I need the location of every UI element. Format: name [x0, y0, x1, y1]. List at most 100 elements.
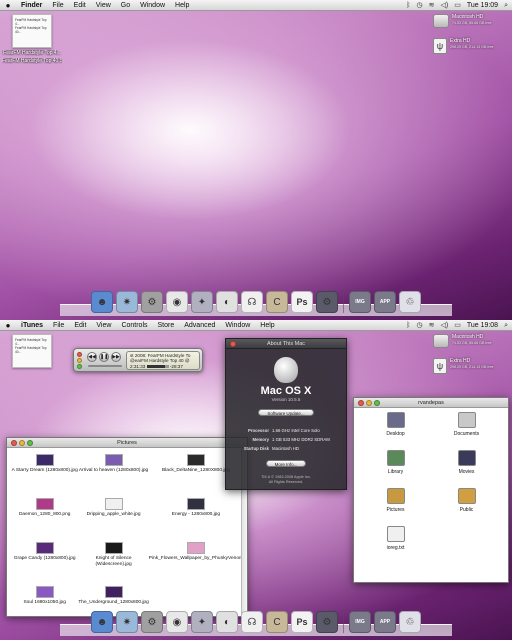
zoom-button[interactable] [27, 440, 33, 446]
menu-window[interactable]: Window [220, 320, 255, 331]
system-preferences-icon[interactable]: ⚙ [141, 611, 163, 633]
safari-icon[interactable]: ✷ [116, 611, 138, 633]
picture-file-item[interactable]: Grape Candy (1280x800).jpg [11, 542, 78, 582]
menu-controls[interactable]: Controls [116, 320, 152, 331]
menu-window[interactable]: Window [135, 0, 170, 11]
close-button[interactable] [358, 400, 364, 406]
compass-icon[interactable]: ✦ [191, 291, 213, 313]
wifi-icon[interactable]: ≋ [429, 320, 435, 331]
menu-app-itunes[interactable]: iTunes [16, 320, 48, 331]
volume-slider[interactable] [88, 365, 122, 367]
software-update-button[interactable]: Software Update... [258, 409, 314, 416]
robot-icon[interactable]: ◉ [166, 611, 188, 633]
close-button[interactable] [11, 440, 17, 446]
camera-icon[interactable]: ◐ [216, 291, 238, 313]
picture-file-item[interactable]: Arrival to heaven (1280x800).jpg [78, 454, 148, 494]
menu-help[interactable]: Help [170, 0, 194, 11]
apple-menu-icon[interactable]: ● [0, 320, 16, 331]
menu-clock[interactable]: Tue 19:09 [467, 0, 498, 11]
compass-icon[interactable]: ✦ [191, 611, 213, 633]
macintosh-hd-icon[interactable]: Macintosh HD 74.53 GB, 65.68 GB free [433, 14, 492, 28]
picture-file-item[interactable]: A Starry Dream (1280x800).jpg [11, 454, 78, 494]
minimize-button[interactable] [19, 440, 25, 446]
photoshop-icon[interactable]: Ps [291, 291, 313, 313]
finder-icon[interactable]: ☻ [91, 291, 113, 313]
trash-icon[interactable]: ♲ [399, 611, 421, 633]
menu-store[interactable]: Store [153, 320, 180, 331]
volume-icon[interactable]: ◁) [440, 0, 448, 11]
bluetooth-icon[interactable]: ᛒ [406, 0, 410, 11]
folder-item[interactable]: ioreg.txt [360, 526, 431, 560]
menu-file[interactable]: File [48, 320, 69, 331]
images-folder-icon[interactable]: IMG [349, 291, 371, 313]
images-folder-icon[interactable]: IMG [349, 611, 371, 633]
next-track-button[interactable]: ▶▶ [111, 352, 121, 362]
battery-icon[interactable]: ▭ [454, 320, 461, 331]
macintosh-hd-icon[interactable]: Macintosh HD 74.53 GB, 65.68 GB free [433, 334, 492, 348]
picture-file-item[interactable]: Pink_Flowers_Wallpaper_by_PhunkyVenom [149, 542, 243, 582]
finder-icon[interactable]: ☻ [91, 611, 113, 633]
folder-item[interactable]: Movies [431, 450, 502, 484]
picture-file-item[interactable]: Daemon_1280_800.png [11, 498, 78, 538]
close-button[interactable] [77, 352, 82, 357]
extra-hd-icon[interactable]: ψ Extra HD 298.09 GB, 214.13 GB free [433, 358, 494, 374]
previous-track-button[interactable]: ◀◀ [87, 352, 97, 362]
camera-icon[interactable]: ◐ [216, 611, 238, 633]
coda-icon[interactable]: C [266, 611, 288, 633]
folder-item[interactable]: Desktop [360, 412, 431, 446]
battery-icon[interactable]: ▭ [454, 0, 461, 11]
apple-menu-icon[interactable]: ● [0, 0, 16, 11]
menu-advanced[interactable]: Advanced [179, 320, 220, 331]
safari-icon[interactable]: ✷ [116, 291, 138, 313]
minimize-button[interactable] [77, 358, 82, 363]
utility-icon[interactable]: ⚙ [316, 611, 338, 633]
menu-edit[interactable]: Edit [69, 320, 91, 331]
close-button[interactable] [230, 341, 236, 347]
picture-file-item[interactable]: Knight of Silence (Widescreen).jpg [78, 542, 148, 582]
window-titlebar[interactable]: About This Mac [226, 339, 346, 349]
window-titlebar[interactable]: rvandepas [354, 398, 508, 408]
wifi-icon[interactable]: ≋ [429, 0, 435, 11]
extra-hd-icon[interactable]: ψ Extra HD 298.09 GB, 214.13 GB free [433, 38, 494, 54]
progress-bar[interactable] [146, 365, 169, 369]
window-titlebar[interactable]: Pictures [7, 438, 247, 448]
menu-file[interactable]: File [47, 0, 68, 11]
volume-icon[interactable]: ◁) [440, 320, 448, 331]
spotlight-icon[interactable]: ⌕ [504, 320, 508, 331]
time-machine-icon[interactable]: ◷ [416, 0, 422, 11]
folder-item[interactable]: Public [431, 488, 502, 522]
folder-item[interactable]: Documents [431, 412, 502, 446]
more-info-button[interactable]: More Info... [265, 460, 307, 467]
desktop-file-icon[interactable]: FearFM Hardstyle Top 4... FearFM Hardsty… [2, 334, 62, 368]
time-machine-icon[interactable]: ◷ [416, 320, 422, 331]
menu-view[interactable]: View [91, 0, 116, 11]
trash-icon[interactable]: ♲ [399, 291, 421, 313]
headphones-icon[interactable]: ☊ [241, 291, 263, 313]
zoom-button[interactable] [374, 400, 380, 406]
menu-app-finder[interactable]: Finder [16, 0, 47, 11]
folder-item[interactable]: Library [360, 450, 431, 484]
spotlight-icon[interactable]: ⌕ [504, 0, 508, 11]
apps-folder-icon[interactable]: APP [374, 291, 396, 313]
desktop-file-icon[interactable]: FearFM Hardstyle Top 4... FearFM Hardsty… [2, 14, 62, 64]
photoshop-icon[interactable]: Ps [291, 611, 313, 633]
picture-file-item[interactable]: Soul 1680x1050.jpg [11, 586, 78, 616]
picture-file-item[interactable]: Energy - 1280x800.jpg [149, 498, 243, 538]
robot-icon[interactable]: ◉ [166, 291, 188, 313]
apps-folder-icon[interactable]: APP [374, 611, 396, 633]
zoom-button[interactable] [77, 364, 82, 369]
menu-help[interactable]: Help [255, 320, 279, 331]
picture-file-item[interactable]: Dripping_apple_white.jpg [78, 498, 148, 538]
menu-edit[interactable]: Edit [69, 0, 91, 11]
pause-button[interactable]: ❚❚ [99, 352, 109, 362]
coda-icon[interactable]: C [266, 291, 288, 313]
bluetooth-icon[interactable]: ᛒ [406, 320, 410, 331]
menu-go[interactable]: Go [116, 0, 135, 11]
folder-item[interactable]: Pictures [360, 488, 431, 522]
system-preferences-icon[interactable]: ⚙ [141, 291, 163, 313]
menu-view[interactable]: View [91, 320, 116, 331]
utility-icon[interactable]: ⚙ [316, 291, 338, 313]
minimize-button[interactable] [366, 400, 372, 406]
headphones-icon[interactable]: ☊ [241, 611, 263, 633]
menu-clock[interactable]: Tue 19:08 [467, 320, 498, 331]
